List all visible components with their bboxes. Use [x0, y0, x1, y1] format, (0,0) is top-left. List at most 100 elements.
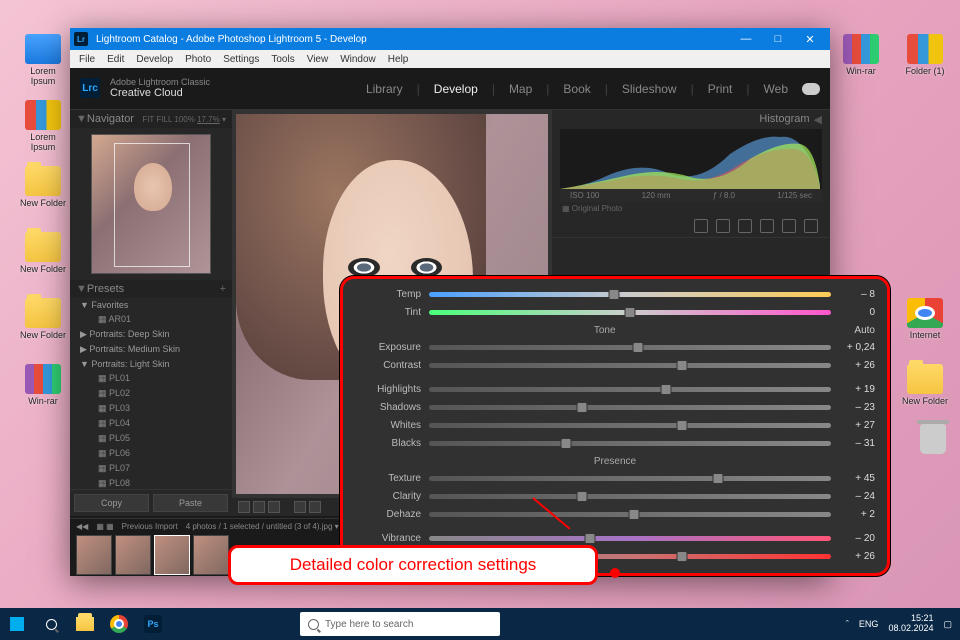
- desktop-icon-folder1[interactable]: Folder (1): [900, 34, 950, 76]
- preset-pl01[interactable]: ▦ PL01: [70, 371, 232, 386]
- preset-pl04[interactable]: ▦ PL04: [70, 416, 232, 431]
- start-button[interactable]: [0, 608, 34, 640]
- vibrance-slider[interactable]: [429, 536, 831, 541]
- callout-label: Detailed color correction settings: [228, 545, 598, 585]
- brand: Lrc Adobe Lightroom ClassicCreative Clou…: [80, 78, 210, 100]
- left-panel: ▼Navigator FIT FILL 100% 17.7% ▾ ▼Preset…: [70, 110, 232, 516]
- desktop-icon-winrar2[interactable]: Win-rar: [836, 34, 886, 76]
- module-book[interactable]: Book: [563, 82, 590, 96]
- preset-pl07[interactable]: ▦ PL07: [70, 461, 232, 476]
- fs-thumb-1[interactable]: [76, 535, 112, 575]
- preset-pl02[interactable]: ▦ PL02: [70, 386, 232, 401]
- module-print[interactable]: Print: [708, 82, 733, 96]
- menu-photo[interactable]: Photo: [180, 54, 216, 65]
- preset-group-medium[interactable]: ▶ Portraits: Medium Skin: [70, 342, 232, 357]
- navigator-header[interactable]: ▼Navigator FIT FILL 100% 17.7% ▾: [70, 110, 232, 128]
- tray-lang[interactable]: ENG: [859, 619, 879, 629]
- desktop-icon-lorem2[interactable]: Lorem Ipsum: [18, 100, 68, 152]
- loupe-view-icon[interactable]: [238, 501, 250, 513]
- desktop-icon-lorem1[interactable]: Lorem Ipsum: [18, 34, 68, 86]
- preset-group-deep[interactable]: ▶ Portraits: Deep Skin: [70, 327, 232, 342]
- menu-tools[interactable]: Tools: [266, 54, 299, 65]
- presets-header[interactable]: ▼Presets+: [70, 280, 232, 298]
- survey-icon[interactable]: [309, 501, 321, 513]
- tray-chevron-icon[interactable]: ˆ: [846, 619, 849, 629]
- module-map[interactable]: Map: [509, 82, 532, 96]
- tray-clock[interactable]: 15:2108.02.2024: [888, 614, 933, 634]
- taskbar-explorer-icon[interactable]: [68, 608, 102, 640]
- temp-slider[interactable]: [429, 292, 831, 297]
- exposure-slider[interactable]: [429, 345, 831, 350]
- preset-favorites[interactable]: ▼ Favorites: [70, 298, 232, 312]
- desktop-icon-trash[interactable]: [908, 424, 958, 454]
- tray-notification-icon[interactable]: ▢: [943, 619, 952, 630]
- taskbar: .tb-item .ico-chrome::after{inset:4px;bo…: [0, 608, 960, 640]
- navigator-preview[interactable]: [91, 134, 211, 274]
- whites-slider[interactable]: [429, 423, 831, 428]
- taskbar-photoshop-icon[interactable]: Ps: [136, 608, 170, 640]
- menu-file[interactable]: File: [74, 54, 100, 65]
- menu-window[interactable]: Window: [335, 54, 381, 65]
- dehaze-slider[interactable]: [429, 512, 831, 517]
- menu-settings[interactable]: Settings: [218, 54, 264, 65]
- shadows-slider[interactable]: [429, 405, 831, 410]
- contrast-slider[interactable]: [429, 363, 831, 368]
- tint-label: Tint: [355, 307, 421, 318]
- taskbar-chrome-icon[interactable]: .tb-item .ico-chrome::after{inset:4px;bo…: [102, 608, 136, 640]
- desktop-icon-nf3[interactable]: New Folder: [18, 298, 68, 340]
- taskbar-search-box[interactable]: Type here to search: [300, 612, 500, 636]
- fs-thumb-3[interactable]: [154, 535, 190, 575]
- menu-view[interactable]: View: [302, 54, 334, 65]
- fs-prev-import[interactable]: Previous Import: [122, 522, 178, 531]
- menubar: File Edit Develop Photo Settings Tools V…: [70, 50, 830, 68]
- highlights-slider[interactable]: [429, 387, 831, 392]
- grid-icon[interactable]: [294, 501, 306, 513]
- histogram-readout: ISO 100120 mmƒ / 8.01/125 sec: [560, 189, 822, 202]
- module-slideshow[interactable]: Slideshow: [622, 82, 677, 96]
- desktop-icon-nf2[interactable]: New Folder: [18, 232, 68, 274]
- preset-pl08[interactable]: ▦ PL08: [70, 476, 232, 489]
- callout-connector-dot: [610, 568, 620, 578]
- histogram[interactable]: [560, 129, 822, 189]
- copy-button[interactable]: Copy: [74, 494, 149, 512]
- before-after-icon[interactable]: [268, 501, 280, 513]
- preset-pl06[interactable]: ▦ PL06: [70, 446, 232, 461]
- desktop-icon-internet[interactable]: Internet: [900, 298, 950, 340]
- crop-tool-icon[interactable]: [694, 219, 708, 233]
- menu-develop[interactable]: Develop: [131, 54, 178, 65]
- close-button[interactable]: ✕: [794, 33, 826, 46]
- preset-pl03[interactable]: ▦ PL03: [70, 401, 232, 416]
- menu-edit[interactable]: Edit: [102, 54, 129, 65]
- cloud-icon[interactable]: [802, 83, 820, 95]
- maximize-button[interactable]: □: [762, 33, 794, 45]
- desktop-icon-nf4[interactable]: New Folder: [900, 364, 950, 406]
- gradient-tool-icon[interactable]: [782, 219, 796, 233]
- module-develop[interactable]: Develop: [434, 82, 478, 96]
- fs-thumb-4[interactable]: [193, 535, 229, 575]
- paste-button[interactable]: Paste: [153, 494, 228, 512]
- desktop-icon-nf1[interactable]: New Folder: [18, 166, 68, 208]
- brush-tool-icon[interactable]: [804, 219, 818, 233]
- compare-view-icon[interactable]: [253, 501, 265, 513]
- auto-button[interactable]: Auto: [854, 325, 875, 336]
- desktop-icon-winrar1[interactable]: Win-rar: [18, 364, 68, 406]
- module-library[interactable]: Library: [366, 82, 403, 96]
- preset-ar01[interactable]: ▦ AR01: [70, 312, 232, 327]
- mask-tool-icon[interactable]: [760, 219, 774, 233]
- heal-tool-icon[interactable]: [716, 219, 730, 233]
- taskbar-search-icon[interactable]: [34, 608, 68, 640]
- module-web[interactable]: Web: [764, 82, 788, 96]
- preset-group-light[interactable]: ▼ Portraits: Light Skin: [70, 357, 232, 371]
- redeye-tool-icon[interactable]: [738, 219, 752, 233]
- titlebar[interactable]: Lr Lightroom Catalog - Adobe Photoshop L…: [70, 28, 830, 50]
- menu-help[interactable]: Help: [383, 54, 414, 65]
- fs-thumb-2[interactable]: [115, 535, 151, 575]
- preset-pl05[interactable]: ▦ PL05: [70, 431, 232, 446]
- blacks-slider[interactable]: [429, 441, 831, 446]
- fs-nav-first[interactable]: ◀◀: [76, 522, 88, 531]
- tint-slider[interactable]: [429, 310, 831, 315]
- minimize-button[interactable]: —: [730, 33, 762, 45]
- presence-header: Presence: [355, 456, 875, 467]
- clarity-slider[interactable]: [429, 494, 831, 499]
- texture-slider[interactable]: [429, 476, 831, 481]
